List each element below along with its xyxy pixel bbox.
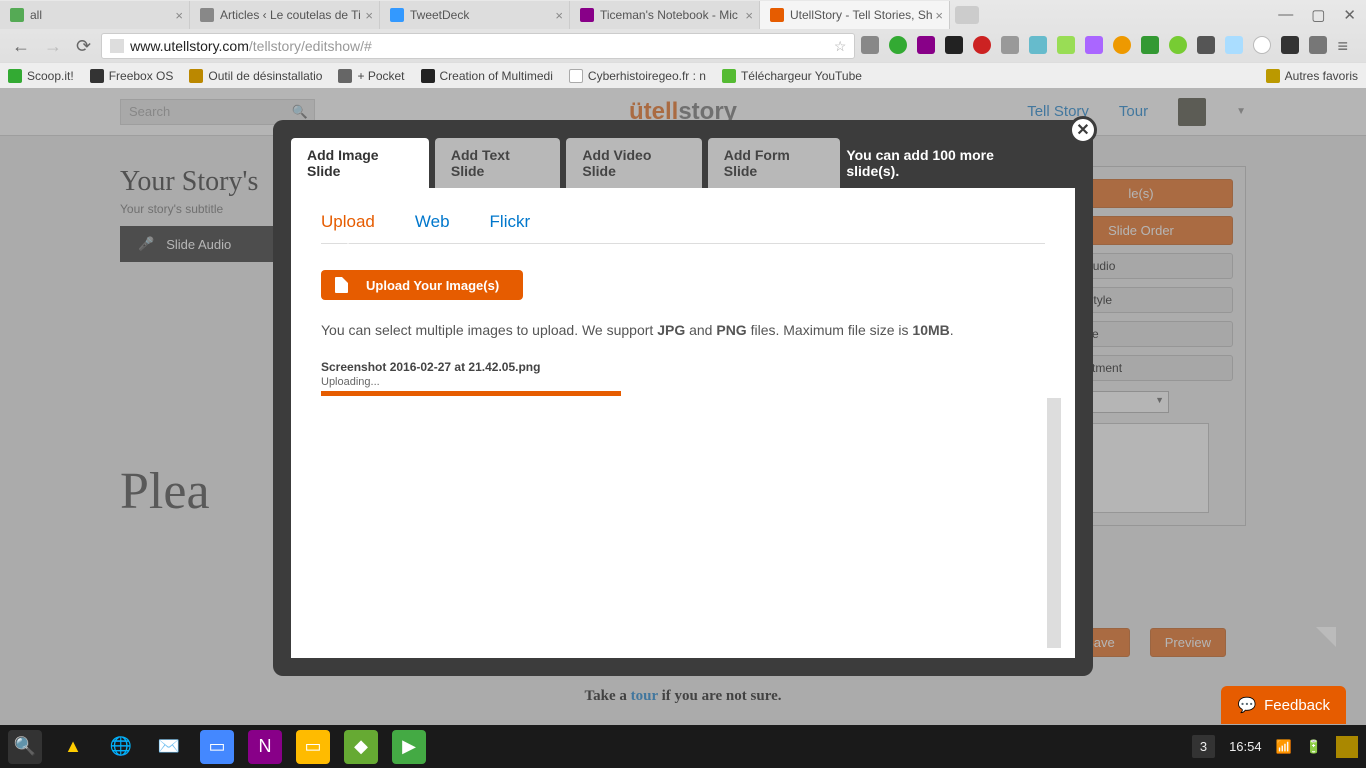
close-icon[interactable]: × <box>555 8 563 23</box>
menu-icon[interactable]: ≡ <box>1337 36 1348 57</box>
feedback-button[interactable]: 💬 Feedback <box>1221 686 1346 724</box>
tab-tweetdeck[interactable]: TweetDeck× <box>380 1 570 29</box>
ext-icon[interactable] <box>1197 36 1215 54</box>
scrollbar-thumb[interactable] <box>1047 398 1061 648</box>
subtab-flickr[interactable]: Flickr <box>490 212 531 244</box>
ext-icon[interactable] <box>1113 36 1131 54</box>
upload-progress-bar <box>321 391 621 396</box>
close-icon[interactable]: × <box>935 8 943 23</box>
tab-all[interactable]: all× <box>0 1 190 29</box>
onenote-icon[interactable]: N <box>248 730 282 764</box>
close-window-button[interactable]: ✕ <box>1343 6 1356 24</box>
tab-add-image[interactable]: Add Image Slide <box>291 138 429 188</box>
ext-icon[interactable] <box>1169 36 1187 54</box>
bookmark-item[interactable]: Creation of Multimedi <box>421 69 553 83</box>
app-icon[interactable]: ◆ <box>344 730 378 764</box>
maximize-button[interactable]: ▢ <box>1311 6 1325 24</box>
address-row: ← → ⟳ www.utellstory.com/tellstory/edits… <box>0 30 1366 62</box>
url-path: /tellstory/editshow/# <box>249 38 372 54</box>
ext-icon[interactable] <box>1057 36 1075 54</box>
modal-tabs: Add Image Slide Add Text Slide Add Video… <box>291 138 1075 188</box>
ext-icon[interactable] <box>1141 36 1159 54</box>
bookmark-item[interactable]: Cyberhistoiregeo.fr : n <box>569 69 706 83</box>
uploading-status: Uploading... <box>321 376 1045 388</box>
file-icon <box>335 277 348 293</box>
ext-icon[interactable] <box>945 36 963 54</box>
ext-icon[interactable] <box>1001 36 1019 54</box>
new-tab-button[interactable] <box>955 6 979 24</box>
reload-button[interactable]: ⟳ <box>72 36 95 57</box>
other-bookmarks[interactable]: Autres favoris <box>1266 69 1358 83</box>
notification-badge[interactable]: 3 <box>1192 735 1215 758</box>
ext-icon[interactable] <box>889 36 907 54</box>
docs-icon[interactable]: ▭ <box>200 730 234 764</box>
ext-icon[interactable] <box>861 36 879 54</box>
ext-icon[interactable] <box>973 36 991 54</box>
chrome-icon[interactable]: 🌐 <box>104 730 138 764</box>
ext-icon[interactable] <box>1225 36 1243 54</box>
tab-add-form[interactable]: Add Form Slide <box>708 138 841 188</box>
page-fold-icon <box>1316 627 1336 647</box>
ext-icon[interactable] <box>1085 36 1103 54</box>
subtab-web[interactable]: Web <box>415 212 450 244</box>
search-app-icon[interactable]: 🔍 <box>8 730 42 764</box>
browser-chrome: all× Articles ‹ Le coutelas de Ti× Tweet… <box>0 0 1366 89</box>
bookmarks-bar: Scoop.it! Freebox OS Outil de désinstall… <box>0 62 1366 88</box>
uploading-filename: Screenshot 2016-02-27 at 21.42.05.png <box>321 360 1045 374</box>
page-icon <box>110 39 124 53</box>
url-bar[interactable]: www.utellstory.com/tellstory/editshow/# … <box>101 33 855 59</box>
ext-icon[interactable] <box>1281 36 1299 54</box>
user-avatar-tray[interactable] <box>1336 736 1358 758</box>
clock: 16:54 <box>1229 739 1262 754</box>
taskbar: 🔍 ▲ 🌐 ✉️ ▭ N ▭ ◆ ▶ 3 16:54 📶 🔋 <box>0 725 1366 768</box>
subtab-upload[interactable]: Upload <box>321 212 375 244</box>
star-icon[interactable]: ☆ <box>834 38 847 55</box>
ext-icon[interactable] <box>1253 36 1271 54</box>
tab-onenote[interactable]: Ticeman's Notebook - Mic× <box>570 1 760 29</box>
feedly-icon[interactable]: ▶ <box>392 730 426 764</box>
slides-icon[interactable]: ▭ <box>296 730 330 764</box>
tabs-row: all× Articles ‹ Le coutelas de Ti× Tweet… <box>0 0 1366 30</box>
upload-images-button[interactable]: Upload Your Image(s) <box>321 270 523 300</box>
bookmark-item[interactable]: Téléchargeur YouTube <box>722 69 862 83</box>
close-icon[interactable]: × <box>745 8 753 23</box>
forward-button[interactable]: → <box>40 36 66 57</box>
close-icon[interactable]: × <box>365 8 373 23</box>
tab-utellstory[interactable]: UtellStory - Tell Stories, Sh× <box>760 1 950 29</box>
url-host: www.utellstory.com <box>130 38 249 54</box>
battery-icon[interactable]: 🔋 <box>1306 739 1322 755</box>
wifi-icon[interactable]: 📶 <box>1276 739 1292 755</box>
tab-articles[interactable]: Articles ‹ Le coutelas de Ti× <box>190 1 380 29</box>
back-button[interactable]: ← <box>8 36 34 57</box>
extension-icons: ≡ <box>861 36 1358 57</box>
drive-icon[interactable]: ▲ <box>56 730 90 764</box>
chat-icon: 💬 <box>1237 696 1256 714</box>
ext-icon[interactable] <box>1309 36 1327 54</box>
bookmark-item[interactable]: Scoop.it! <box>8 69 74 83</box>
close-modal-button[interactable]: ✕ <box>1069 116 1097 144</box>
ext-icon[interactable] <box>1029 36 1047 54</box>
add-slide-modal: ✕ Add Image Slide Add Text Slide Add Vid… <box>273 120 1093 676</box>
bookmark-item[interactable]: + Pocket <box>338 69 404 83</box>
close-icon[interactable]: × <box>175 8 183 23</box>
gmail-icon[interactable]: ✉️ <box>152 730 186 764</box>
bookmark-item[interactable]: Outil de désinstallatio <box>189 69 322 83</box>
modal-body: Upload Web Flickr Upload Your Image(s) Y… <box>291 188 1075 658</box>
bookmark-item[interactable]: Freebox OS <box>90 69 174 83</box>
ext-icon[interactable] <box>917 36 935 54</box>
slides-remaining-label: You can add 100 more slide(s). <box>846 147 1075 179</box>
tab-add-video[interactable]: Add Video Slide <box>566 138 701 188</box>
tab-add-text[interactable]: Add Text Slide <box>435 138 561 188</box>
minimize-button[interactable]: — <box>1278 6 1293 24</box>
upload-help-text: You can select multiple images to upload… <box>321 322 1045 338</box>
